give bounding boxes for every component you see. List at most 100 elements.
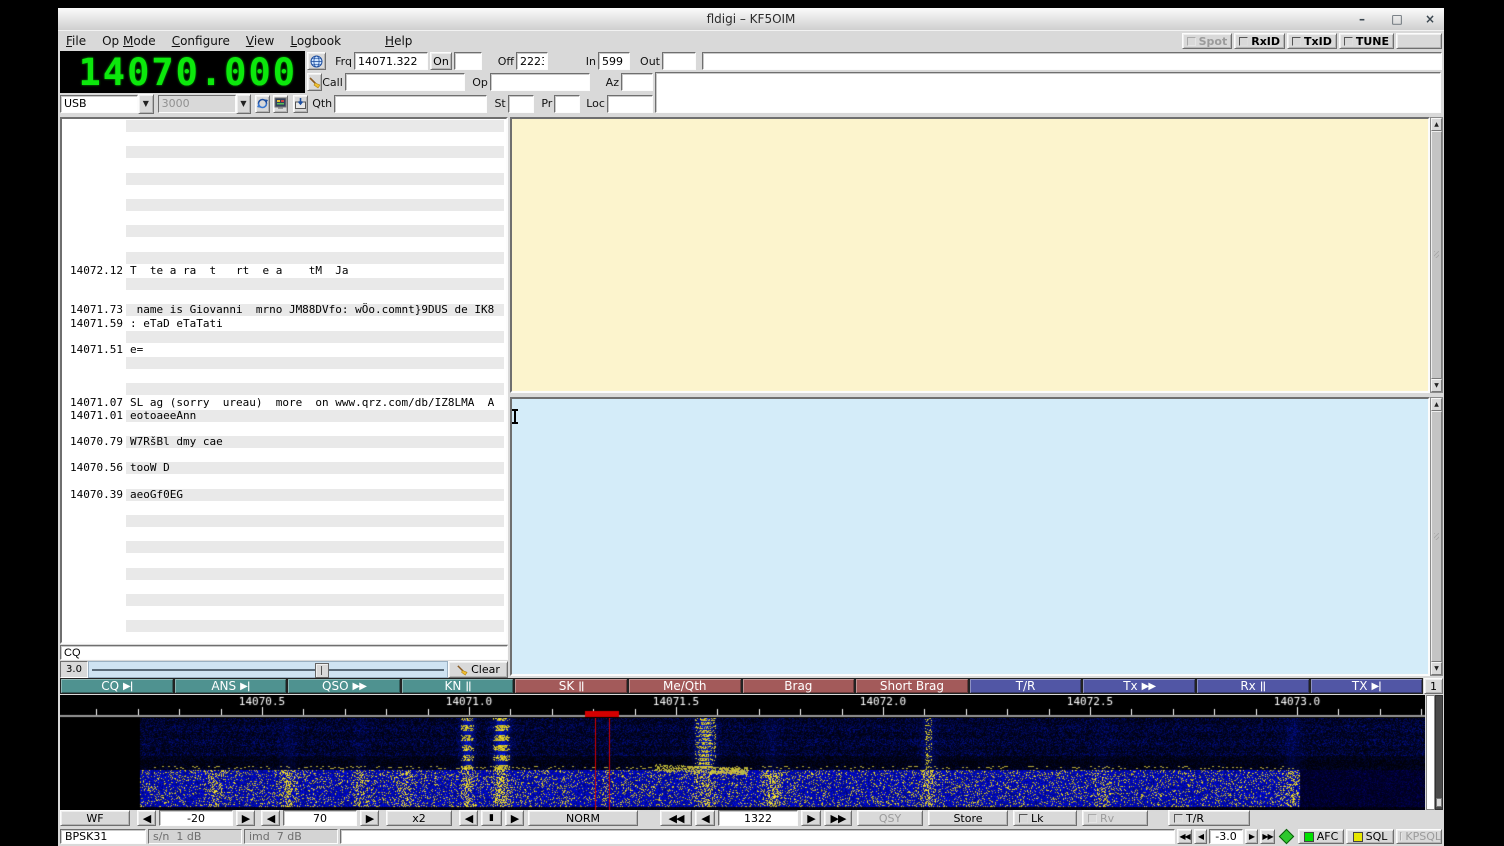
browser-row[interactable]: 14071.51e= bbox=[62, 343, 506, 356]
macro-button-tx[interactable]: TX▶| bbox=[1310, 678, 1424, 694]
browser-row[interactable] bbox=[62, 159, 506, 172]
browser-row[interactable]: 14072.12T te a ra t rt e a tM Ja bbox=[62, 264, 506, 277]
menu-item-logbook[interactable]: Logbook bbox=[282, 32, 349, 50]
loc-field[interactable] bbox=[607, 95, 653, 113]
browser-row[interactable] bbox=[62, 172, 506, 185]
rx-scroll-track[interactable] bbox=[1431, 131, 1442, 379]
browser-row[interactable] bbox=[62, 290, 506, 303]
browser-row[interactable] bbox=[62, 330, 506, 343]
zoom-button[interactable]: x2 bbox=[386, 810, 452, 826]
menu-item-file[interactable]: File bbox=[58, 32, 94, 50]
afc-button[interactable]: AFC bbox=[1298, 829, 1344, 844]
browser-row[interactable] bbox=[62, 145, 506, 158]
sql-button[interactable]: SQL bbox=[1346, 829, 1394, 844]
browser-row[interactable] bbox=[62, 422, 506, 435]
browser-row[interactable] bbox=[62, 119, 506, 132]
title-bar[interactable]: fldigi – KF5OIM – □ × bbox=[58, 8, 1444, 31]
time-on-field[interactable] bbox=[454, 52, 482, 70]
rst-out-field[interactable] bbox=[662, 52, 696, 70]
macro-button-short-brag[interactable]: Short Brag bbox=[855, 678, 969, 694]
info-field[interactable] bbox=[702, 52, 1442, 70]
scroll-up-icon[interactable]: ▲ bbox=[1431, 118, 1442, 131]
sync-button[interactable] bbox=[255, 95, 270, 113]
center-position-button[interactable]: ▮ bbox=[481, 810, 502, 826]
scroll-right-icon[interactable]: ▶ bbox=[505, 810, 524, 826]
browser-row[interactable] bbox=[62, 606, 506, 619]
tx-scroll-track[interactable] bbox=[1431, 411, 1442, 662]
browser-row[interactable] bbox=[62, 382, 506, 395]
browser-row[interactable] bbox=[62, 277, 506, 290]
menu-item-help[interactable]: Help bbox=[377, 32, 420, 50]
dialog-button[interactable] bbox=[273, 95, 288, 113]
pr-field[interactable] bbox=[554, 95, 580, 113]
mode-dropdown-icon[interactable]: ▼ bbox=[138, 94, 154, 114]
lower-db-value[interactable]: -20 bbox=[159, 810, 233, 826]
minimize-icon[interactable]: – bbox=[1354, 11, 1370, 27]
waterfall-side-slider[interactable] bbox=[1426, 695, 1443, 810]
carrier-up-fast-icon[interactable]: ▶▶ bbox=[824, 810, 852, 826]
browser-row[interactable] bbox=[62, 527, 506, 540]
browser-row[interactable]: 14071.59: eTaD eTaTati bbox=[62, 317, 506, 330]
browser-row[interactable] bbox=[62, 132, 506, 145]
rx-text-panel[interactable] bbox=[510, 117, 1430, 393]
level-slider[interactable] bbox=[1435, 695, 1443, 810]
scroll-left-icon[interactable]: ◀ bbox=[459, 810, 478, 826]
lower-db-up-icon[interactable]: ▶ bbox=[236, 810, 255, 826]
menu-item-view[interactable]: View bbox=[238, 32, 282, 50]
carrier-down-icon[interactable]: ◀ bbox=[695, 810, 715, 826]
reverse-button[interactable]: Rv bbox=[1082, 810, 1148, 826]
carrier-down-fast-icon[interactable]: ◀◀ bbox=[660, 810, 692, 826]
scroll-up-icon[interactable]: ▲ bbox=[1431, 398, 1442, 411]
browser-row[interactable] bbox=[62, 185, 506, 198]
browser-row[interactable] bbox=[62, 224, 506, 237]
az-field[interactable] bbox=[621, 73, 653, 91]
qrz-lookup-button[interactable] bbox=[307, 52, 326, 70]
wf-mode-button[interactable]: WF bbox=[60, 810, 130, 826]
macro-button-me-qth[interactable]: Me/Qth bbox=[628, 678, 742, 694]
macro-button-kn[interactable]: KN|| bbox=[401, 678, 515, 694]
mode-status-button[interactable]: BPSK31 bbox=[60, 829, 146, 844]
mode-select[interactable] bbox=[60, 95, 138, 113]
browser-row[interactable] bbox=[62, 567, 506, 580]
menu-item-configure[interactable]: Configure bbox=[164, 32, 238, 50]
browser-row[interactable] bbox=[62, 580, 506, 593]
carrier-frequency-value[interactable]: 1322 bbox=[718, 810, 798, 826]
rx-scroll-thumb[interactable] bbox=[1431, 131, 1442, 379]
range-db-down-icon[interactable]: ◀ bbox=[261, 810, 280, 826]
tx-scrollbar[interactable]: ▲ ▼ bbox=[1430, 397, 1443, 676]
slider-thumb[interactable] bbox=[315, 663, 329, 678]
rx-scrollbar[interactable]: ▲ ▼ bbox=[1430, 117, 1443, 393]
browser-row[interactable] bbox=[62, 211, 506, 224]
carrier-up-icon[interactable]: ▶ bbox=[801, 810, 821, 826]
browser-row[interactable]: 14071.07SL ag (sorry ureau) more on www.… bbox=[62, 396, 506, 409]
browser-row[interactable] bbox=[62, 448, 506, 461]
browser-row[interactable]: 14070.79W7RšBl dmy cae bbox=[62, 435, 506, 448]
close-icon[interactable]: × bbox=[1422, 11, 1438, 27]
lower-db-down-icon[interactable]: ◀ bbox=[137, 810, 156, 826]
browser-row[interactable]: 14070.39aeoGf0EG bbox=[62, 488, 506, 501]
browser-row[interactable] bbox=[62, 593, 506, 606]
browser-row[interactable] bbox=[62, 501, 506, 514]
scroll-down-icon[interactable]: ▼ bbox=[1431, 662, 1442, 675]
macro-button-rx[interactable]: Rx|| bbox=[1196, 678, 1310, 694]
macro-button-cq[interactable]: CQ▶| bbox=[60, 678, 174, 694]
browser-row[interactable]: 14070.56tooW D bbox=[62, 461, 506, 474]
browser-row[interactable] bbox=[62, 251, 506, 264]
browser-row[interactable] bbox=[62, 238, 506, 251]
menu-button-tune[interactable]: TUNE bbox=[1339, 33, 1394, 49]
wf-rate-button[interactable]: NORM bbox=[528, 810, 638, 826]
channel-browser[interactable]: 14072.12T te a ra t rt e a tM Ja 14071.73… bbox=[60, 117, 508, 644]
call-field[interactable] bbox=[345, 73, 465, 91]
macro-button-sk[interactable]: SK|| bbox=[514, 678, 628, 694]
browser-row[interactable] bbox=[62, 369, 506, 382]
afc-offset-up-fast-icon[interactable]: ▶▶ bbox=[1260, 829, 1275, 844]
kpsql-button[interactable]: KPSQL bbox=[1396, 829, 1442, 844]
browser-row[interactable]: 14071.01eotoaeeAnn bbox=[62, 409, 506, 422]
waterfall-frequency-scale[interactable] bbox=[60, 695, 1425, 718]
menu-button-txid[interactable]: TxID bbox=[1287, 33, 1337, 49]
notes-field[interactable] bbox=[655, 72, 1441, 113]
browser-row[interactable]: 14071.73 name is Giovanni mrno JM88DVfo:… bbox=[62, 303, 506, 316]
scroll-down-icon[interactable]: ▼ bbox=[1431, 379, 1442, 392]
frequency-field[interactable] bbox=[354, 52, 428, 70]
browser-row[interactable] bbox=[62, 356, 506, 369]
